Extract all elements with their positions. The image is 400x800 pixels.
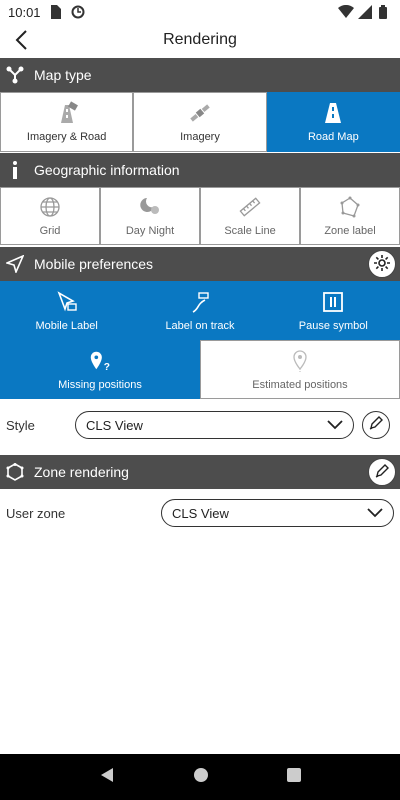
imagery-road-icon [55,101,79,125]
nav-home-icon[interactable] [193,767,209,788]
track-label-icon [188,290,212,314]
mobile-option-mobile-label[interactable]: Mobile Label [0,281,134,340]
style-select[interactable]: CLS View [75,411,354,439]
geo-info-header: Geographic information [0,153,400,187]
style-edit-button[interactable] [362,411,390,439]
geo-info-title: Geographic information [34,162,180,178]
map-type-imagery-road[interactable]: Imagery & Road [0,92,134,152]
mobile-option-pause-symbol[interactable]: Pause symbol [266,281,400,340]
zone-rendering-title: Zone rendering [34,464,129,480]
info-icon [6,161,24,179]
mobile-option-label: Estimated positions [252,378,348,391]
mobile-option-label: Pause symbol [298,319,368,332]
navigation-arrow-icon [6,255,24,273]
mobile-option-label: Missing positions [58,378,142,391]
pencil-icon [368,415,384,436]
geo-option-zone-label[interactable]: Zone label [300,187,400,245]
user-zone-select[interactable]: CLS View [161,499,394,527]
user-zone-row: User zone CLS View [0,493,400,533]
geo-option-scale-line[interactable]: Scale Line [200,187,300,245]
geo-option-label: Day Night [125,225,175,237]
sd-card-icon [49,5,63,19]
map-type-label: Imagery [180,131,220,143]
mobile-option-estimated-positions[interactable]: Estimated positions [200,340,400,399]
svg-text:?: ? [104,362,110,373]
mobile-prefs-row-2: ? Missing positions Estimated positions [0,340,400,399]
geo-option-day-night[interactable]: Day Night [100,187,200,245]
pause-icon [321,290,345,314]
missing-position-icon: ? [88,349,112,373]
day-night-icon [138,195,162,219]
satellite-icon [188,101,212,125]
back-icon[interactable] [8,26,36,54]
sync-icon [71,5,85,19]
style-select-value: CLS View [86,417,143,433]
mobile-option-label-on-track[interactable]: Label on track [133,281,267,340]
mobile-option-missing-positions[interactable]: ? Missing positions [0,340,200,399]
mobile-option-label: Label on track [165,319,235,332]
road-icon [321,101,345,125]
geo-option-label: Grid [39,225,61,237]
app-bar: Rendering [0,24,400,56]
mobile-prefs-title: Mobile preferences [34,256,154,272]
geo-option-label: Scale Line [224,225,276,237]
battery-icon [378,5,392,19]
style-row: Style CLS View [0,405,400,445]
map-type-options: Imagery & Road Imagery Road Map [0,92,400,152]
chevron-down-icon [367,505,383,521]
map-type-road-map[interactable]: Road Map [266,92,400,152]
geo-info-options: Grid Day Night Scale Line Zone label [0,187,400,245]
map-type-label: Imagery & Road [26,131,107,143]
pencil-icon [374,463,390,482]
map-type-title: Map type [34,67,92,83]
system-nav-bar [0,754,400,800]
polygon-icon [338,195,362,219]
nav-recents-icon[interactable] [287,767,301,787]
chevron-down-icon [327,417,343,433]
globe-grid-icon [38,195,62,219]
zone-icon [6,463,24,481]
gear-icon [373,254,391,275]
page-title: Rendering [163,31,237,48]
map-type-icon [6,66,24,84]
mobile-option-label: Mobile Label [35,319,98,332]
status-time: 10:01 [8,4,41,20]
wifi-icon [338,4,354,19]
status-bar: 10:01 [0,0,400,24]
user-zone-label: User zone [6,505,66,521]
ruler-icon [238,195,262,219]
mobile-prefs-row-1: Mobile Label Label on track Pause symbol [0,281,400,340]
geo-option-label: Zone label [324,225,376,237]
mobile-prefs-header: Mobile preferences [0,247,400,281]
signal-icon [358,5,372,19]
map-type-header: Map type [0,58,400,92]
cursor-label-icon [55,290,79,314]
map-type-label: Road Map [307,131,359,143]
geo-option-grid[interactable]: Grid [0,187,100,245]
zone-rendering-header: Zone rendering [0,455,400,489]
mobile-prefs-settings-button[interactable] [368,250,396,278]
estimated-position-icon [288,349,312,373]
zone-rendering-edit-button[interactable] [368,458,396,486]
nav-back-icon[interactable] [99,767,115,788]
style-label: Style [6,417,35,433]
user-zone-select-value: CLS View [172,505,229,521]
map-type-imagery[interactable]: Imagery [133,92,267,152]
